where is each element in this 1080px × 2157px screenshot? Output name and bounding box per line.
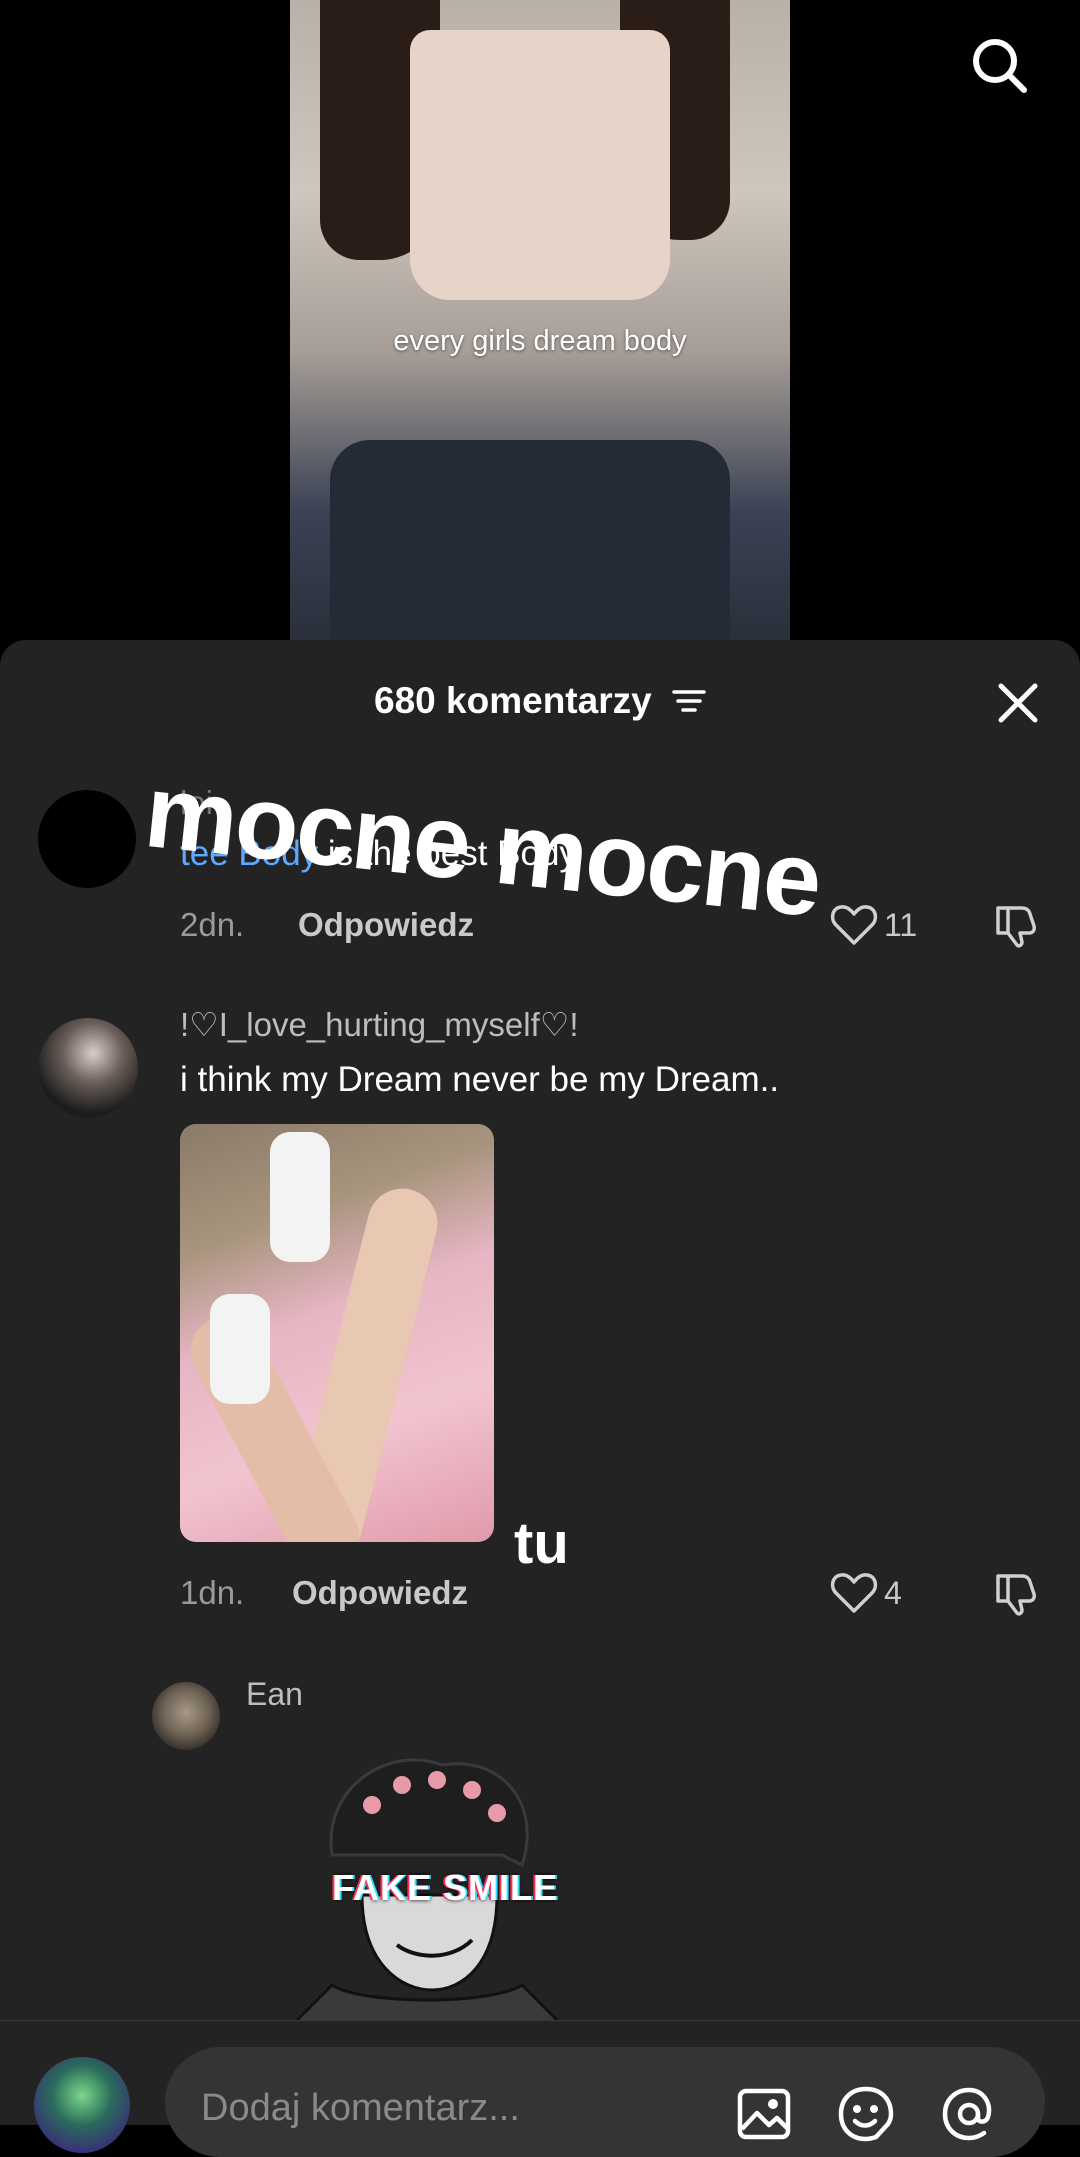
comment-text: i think my Dream never be my Dream..: [180, 1060, 780, 1099]
like-count: 4: [884, 1574, 902, 1611]
emoji-button[interactable]: [837, 2085, 895, 2143]
video-frame-shape: [410, 30, 670, 300]
emoji-icon: [838, 2086, 894, 2142]
comment-username[interactable]: Ean: [246, 1676, 303, 1713]
comment-composer: Dodaj komentarz...: [0, 2020, 1080, 2157]
like-count: 11: [884, 906, 918, 943]
reply-button[interactable]: Odpowiedz: [298, 906, 474, 944]
search-icon: [973, 39, 1027, 93]
comment-sticker[interactable]: FAKE SMILE: [288, 1745, 566, 2027]
avatar[interactable]: [38, 1018, 138, 1118]
sort-icon: [672, 690, 706, 712]
sort-button[interactable]: [672, 682, 706, 724]
like-button[interactable]: 4: [830, 1568, 902, 1618]
comment-username[interactable]: !♡I_love_hurting_myself♡!: [180, 1005, 579, 1044]
image-shape: [270, 1132, 330, 1262]
mention-button[interactable]: [940, 2085, 998, 2143]
comment-time: 1dn.: [180, 1574, 245, 1611]
image-icon: [737, 2088, 791, 2140]
comment-time: 2dn.: [180, 906, 245, 943]
thumbs-down-icon: [996, 906, 1036, 948]
sticker-text: FAKE SMILE: [332, 1867, 559, 1908]
comments-count: 680 komentarzy: [374, 680, 652, 721]
overlay-text: tu: [514, 1511, 569, 1576]
image-shape: [210, 1294, 270, 1404]
my-avatar[interactable]: [34, 2057, 130, 2153]
close-icon: [998, 683, 1038, 723]
dislike-button[interactable]: [992, 1568, 1042, 1618]
heart-icon: [830, 1573, 878, 1613]
video-caption: every girls dream body: [393, 325, 687, 357]
avatar[interactable]: [152, 1682, 220, 1750]
video-frame-shape: [330, 440, 730, 640]
thumbs-down-icon: [996, 1574, 1036, 1616]
comments-header: 680 komentarzy: [0, 680, 1080, 724]
like-button[interactable]: 11: [830, 900, 917, 950]
heart-icon: [830, 905, 878, 945]
comment-image[interactable]: [180, 1124, 494, 1542]
close-button[interactable]: [995, 680, 1041, 726]
dislike-button[interactable]: [992, 900, 1042, 950]
video-player[interactable]: every girls dream body: [290, 0, 790, 640]
avatar[interactable]: [38, 790, 136, 888]
search-button[interactable]: [968, 34, 1032, 98]
at-icon: [942, 2087, 992, 2141]
add-image-button[interactable]: [735, 2085, 793, 2143]
comment-input[interactable]: Dodaj komentarz...: [165, 2047, 1045, 2157]
reply-button[interactable]: Odpowiedz: [292, 1574, 468, 1612]
